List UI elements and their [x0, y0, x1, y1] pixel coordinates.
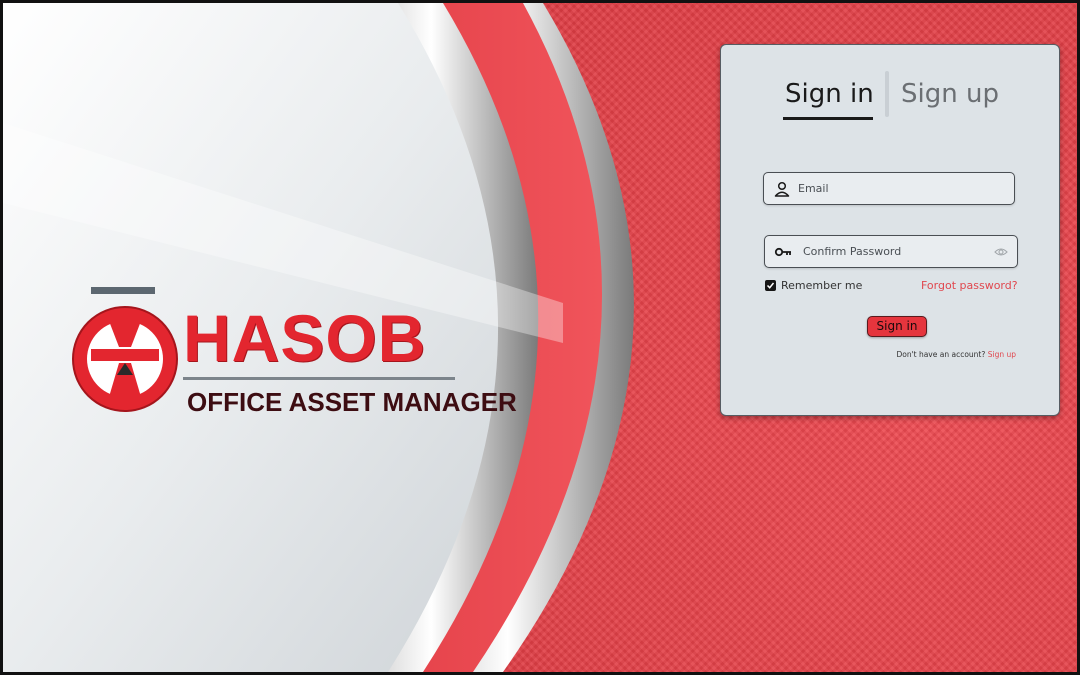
- sign-up-link[interactable]: Sign up: [988, 350, 1016, 359]
- sign-in-button[interactable]: Sign in: [867, 316, 927, 337]
- remember-me-label: Remember me: [781, 279, 863, 292]
- signup-prompt-text: Don't have an account?: [896, 350, 986, 359]
- tab-divider: [885, 71, 889, 117]
- email-placeholder: Email: [798, 182, 829, 195]
- check-icon: [766, 282, 775, 289]
- email-field[interactable]: Email: [763, 172, 1015, 205]
- logo-bar: [91, 287, 155, 294]
- remember-me-checkbox[interactable]: [765, 280, 776, 291]
- tab-sign-in[interactable]: Sign in: [785, 81, 874, 107]
- auth-tabs: Sign in Sign up: [721, 71, 1059, 123]
- login-page: HASOB OFFICE ASSET MANAGER Sign in Sign …: [0, 0, 1080, 675]
- brand-name: HASOB: [183, 301, 427, 375]
- signup-prompt: Don't have an account? Sign up: [896, 350, 1016, 359]
- key-icon: [774, 247, 791, 257]
- brand-underline: [183, 377, 455, 380]
- forgot-password-link[interactable]: Forgot password?: [921, 279, 1018, 292]
- hasob-emblem-icon: [72, 306, 178, 412]
- eye-icon[interactable]: [994, 246, 1008, 258]
- password-field[interactable]: Confirm Password: [764, 235, 1018, 268]
- tab-sign-up[interactable]: Sign up: [901, 81, 999, 107]
- password-placeholder: Confirm Password: [803, 245, 902, 258]
- active-tab-indicator: [783, 117, 873, 120]
- brand-subtitle: OFFICE ASSET MANAGER: [187, 387, 517, 417]
- hasob-logo: HASOB OFFICE ASSET MANAGER: [65, 285, 517, 425]
- user-icon: [774, 181, 790, 197]
- auth-card: Sign in Sign up Email Confirm Password R…: [720, 44, 1060, 416]
